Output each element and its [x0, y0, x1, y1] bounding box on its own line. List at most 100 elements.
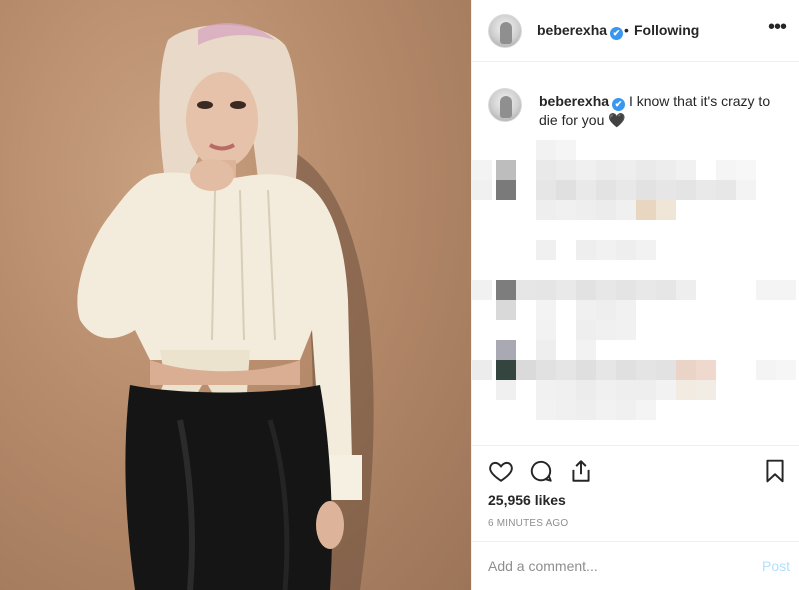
- pixelation-block: [596, 320, 616, 340]
- pixelation-block: [556, 280, 576, 300]
- pixelation-block: [496, 340, 516, 360]
- pixelation-block: [596, 300, 616, 320]
- pixelation-block: [536, 240, 556, 260]
- caption-avatar[interactable]: [488, 88, 522, 122]
- pixelation-block: [516, 360, 536, 380]
- pixelation-block: [536, 320, 556, 340]
- pixelation-block: [636, 240, 656, 260]
- pixelation-block: [676, 160, 696, 180]
- pixelation-block: [556, 200, 576, 220]
- pixelation-block: [616, 160, 636, 180]
- pixelation-block: [496, 300, 516, 320]
- separator-dot: •: [624, 22, 629, 38]
- likes-count[interactable]: 25,956 likes: [488, 492, 566, 508]
- pixelation-block: [636, 400, 656, 420]
- pixelation-block: [496, 360, 516, 380]
- post-photo-illustration: [77, 23, 374, 590]
- pixelation-block: [576, 400, 596, 420]
- pixelation-block: [472, 360, 492, 380]
- pixelation-block: [756, 280, 776, 300]
- post-timestamp[interactable]: 6 MINUTES AGO: [488, 518, 568, 529]
- pixelation-block: [556, 400, 576, 420]
- pixelation-block: [716, 180, 736, 200]
- pixelation-block: [596, 380, 616, 400]
- pixelation-block: [556, 380, 576, 400]
- pixelation-block: [472, 280, 492, 300]
- pixelation-block: [576, 380, 596, 400]
- comment-bar: Add a comment... Post: [472, 541, 799, 590]
- pixelation-block: [616, 380, 636, 400]
- pixelation-block: [636, 160, 656, 180]
- pixelation-block: [616, 360, 636, 380]
- more-options-icon[interactable]: •••: [764, 14, 790, 40]
- pixelation-block: [696, 360, 716, 380]
- pixelation-block: [656, 180, 676, 200]
- pixelation-block: [776, 280, 796, 300]
- pixelation-block: [472, 160, 492, 180]
- pixelation-block: [576, 320, 596, 340]
- pixelation-block: [556, 360, 576, 380]
- author-avatar[interactable]: [488, 14, 522, 48]
- pixelation-block: [596, 400, 616, 420]
- pixelation-block: [496, 280, 516, 300]
- pixelation-block: [536, 300, 556, 320]
- pixelation-block: [596, 200, 616, 220]
- add-comment-input[interactable]: Add a comment...: [488, 558, 598, 574]
- pixelation-block: [576, 160, 596, 180]
- black-heart-emoji: 🖤: [608, 112, 626, 128]
- pixelation-block: [536, 360, 556, 380]
- pixelation-block: [596, 280, 616, 300]
- pixelation-block: [656, 200, 676, 220]
- pixelation-block: [556, 140, 576, 160]
- pixelation-block: [556, 180, 576, 200]
- pixelation-block: [636, 180, 656, 200]
- pixelation-block: [696, 180, 716, 200]
- pixelation-block: [616, 280, 636, 300]
- pixelation-block: [676, 380, 696, 400]
- pixelation-block: [736, 180, 756, 200]
- caption-username[interactable]: beberexha: [539, 93, 609, 109]
- post-comment-button[interactable]: Post: [762, 558, 790, 574]
- pixelation-block: [636, 360, 656, 380]
- heart-icon[interactable]: [488, 458, 514, 484]
- share-icon[interactable]: [568, 458, 594, 484]
- pixelation-block: [536, 400, 556, 420]
- bookmark-icon[interactable]: [762, 458, 788, 484]
- pixelation-block: [616, 320, 636, 340]
- pixelation-block: [596, 180, 616, 200]
- pixelation-block: [576, 280, 596, 300]
- pixelation-block: [536, 180, 556, 200]
- pixelation-block: [736, 160, 756, 180]
- pixelation-block: [636, 280, 656, 300]
- pixelation-block: [676, 360, 696, 380]
- author-username-text[interactable]: beberexha: [537, 22, 607, 38]
- pixelation-block: [536, 200, 556, 220]
- comment-icon[interactable]: [528, 458, 554, 484]
- pixelation-block: [576, 200, 596, 220]
- author-username[interactable]: beberexha ✔: [537, 22, 624, 40]
- pixelation-block: [536, 140, 556, 160]
- pixelation-block: [616, 200, 636, 220]
- pixelation-block: [496, 380, 516, 400]
- pixelation-block: [496, 160, 516, 180]
- post-photo[interactable]: [0, 0, 471, 590]
- post-details-panel: beberexha ✔ • Following ••• beberexha ✔ I …: [471, 0, 799, 590]
- pixelation-block: [676, 180, 696, 200]
- pixelation-block: [616, 240, 636, 260]
- pixelation-block: [516, 280, 536, 300]
- pixelation-block: [596, 160, 616, 180]
- pixelation-block: [616, 300, 636, 320]
- pixelation-block: [756, 360, 776, 380]
- pixelation-block: [616, 180, 636, 200]
- pixelation-block: [556, 160, 576, 180]
- pixelation-block: [536, 280, 556, 300]
- verified-badge-icon: ✔: [610, 27, 624, 40]
- pixelated-comments-area: [472, 140, 799, 420]
- pixelation-block: [696, 380, 716, 400]
- pixelation-block: [716, 160, 736, 180]
- following-button[interactable]: Following: [634, 22, 699, 38]
- post-header: beberexha ✔ • Following •••: [472, 0, 799, 62]
- pixelation-block: [576, 240, 596, 260]
- pixelation-block: [536, 380, 556, 400]
- pixelation-block: [656, 160, 676, 180]
